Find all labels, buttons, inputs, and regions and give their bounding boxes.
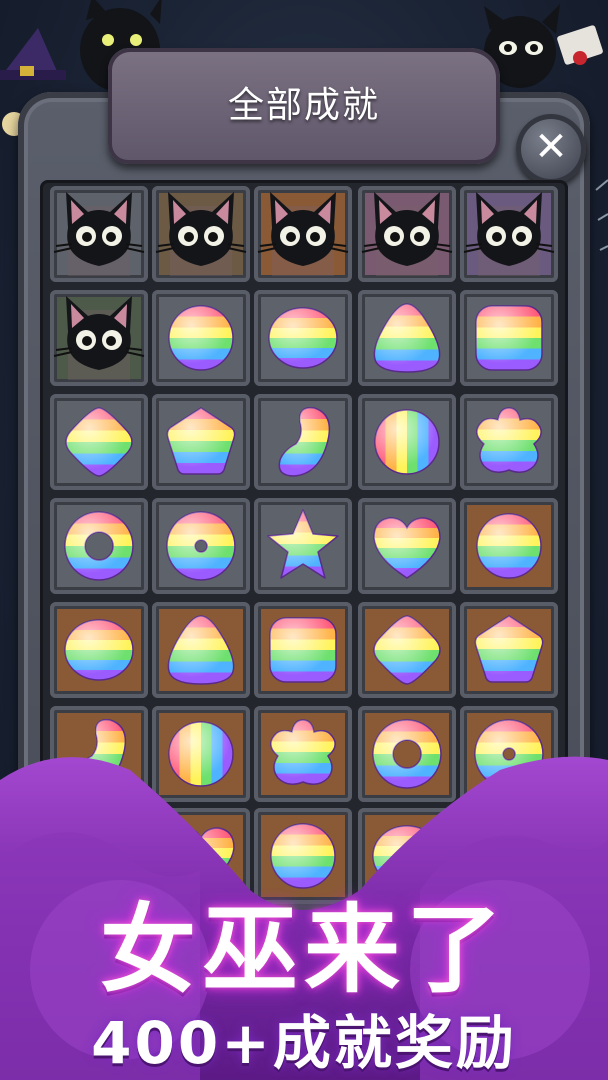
achievement-tile[interactable] xyxy=(254,186,352,282)
achievement-tile[interactable] xyxy=(460,186,558,282)
achievement-tile[interactable] xyxy=(460,290,558,386)
close-button[interactable]: ✕ xyxy=(516,114,586,184)
achievement-tile[interactable] xyxy=(50,186,148,282)
achievement-tile[interactable] xyxy=(358,498,456,594)
achievement-tile[interactable] xyxy=(152,186,250,282)
achievement-tile[interactable] xyxy=(254,394,352,490)
achievement-tile[interactable] xyxy=(460,602,558,698)
achievement-tile[interactable] xyxy=(254,290,352,386)
achievement-tile[interactable] xyxy=(358,290,456,386)
achievement-tile[interactable] xyxy=(254,602,352,698)
achievement-tile[interactable] xyxy=(50,394,148,490)
achievement-tile[interactable] xyxy=(460,394,558,490)
achievement-tile[interactable] xyxy=(358,602,456,698)
achievement-tile[interactable] xyxy=(152,290,250,386)
achievement-tile[interactable] xyxy=(50,602,148,698)
achievement-tile[interactable] xyxy=(152,394,250,490)
banner-subtitle: 400+成就奖励 xyxy=(91,1009,517,1077)
achievement-tile[interactable] xyxy=(358,186,456,282)
achievement-tile[interactable] xyxy=(460,498,558,594)
achievement-tile[interactable] xyxy=(254,498,352,594)
achievement-tile[interactable] xyxy=(358,394,456,490)
achievement-tile[interactable] xyxy=(152,602,250,698)
achievement-tile[interactable] xyxy=(50,498,148,594)
page-title: 全部成就 xyxy=(227,85,380,126)
achievement-tile[interactable] xyxy=(152,498,250,594)
achievement-tile[interactable] xyxy=(50,290,148,386)
banner-title: 女巫来了 xyxy=(100,894,508,1006)
close-icon: ✕ xyxy=(534,124,568,170)
